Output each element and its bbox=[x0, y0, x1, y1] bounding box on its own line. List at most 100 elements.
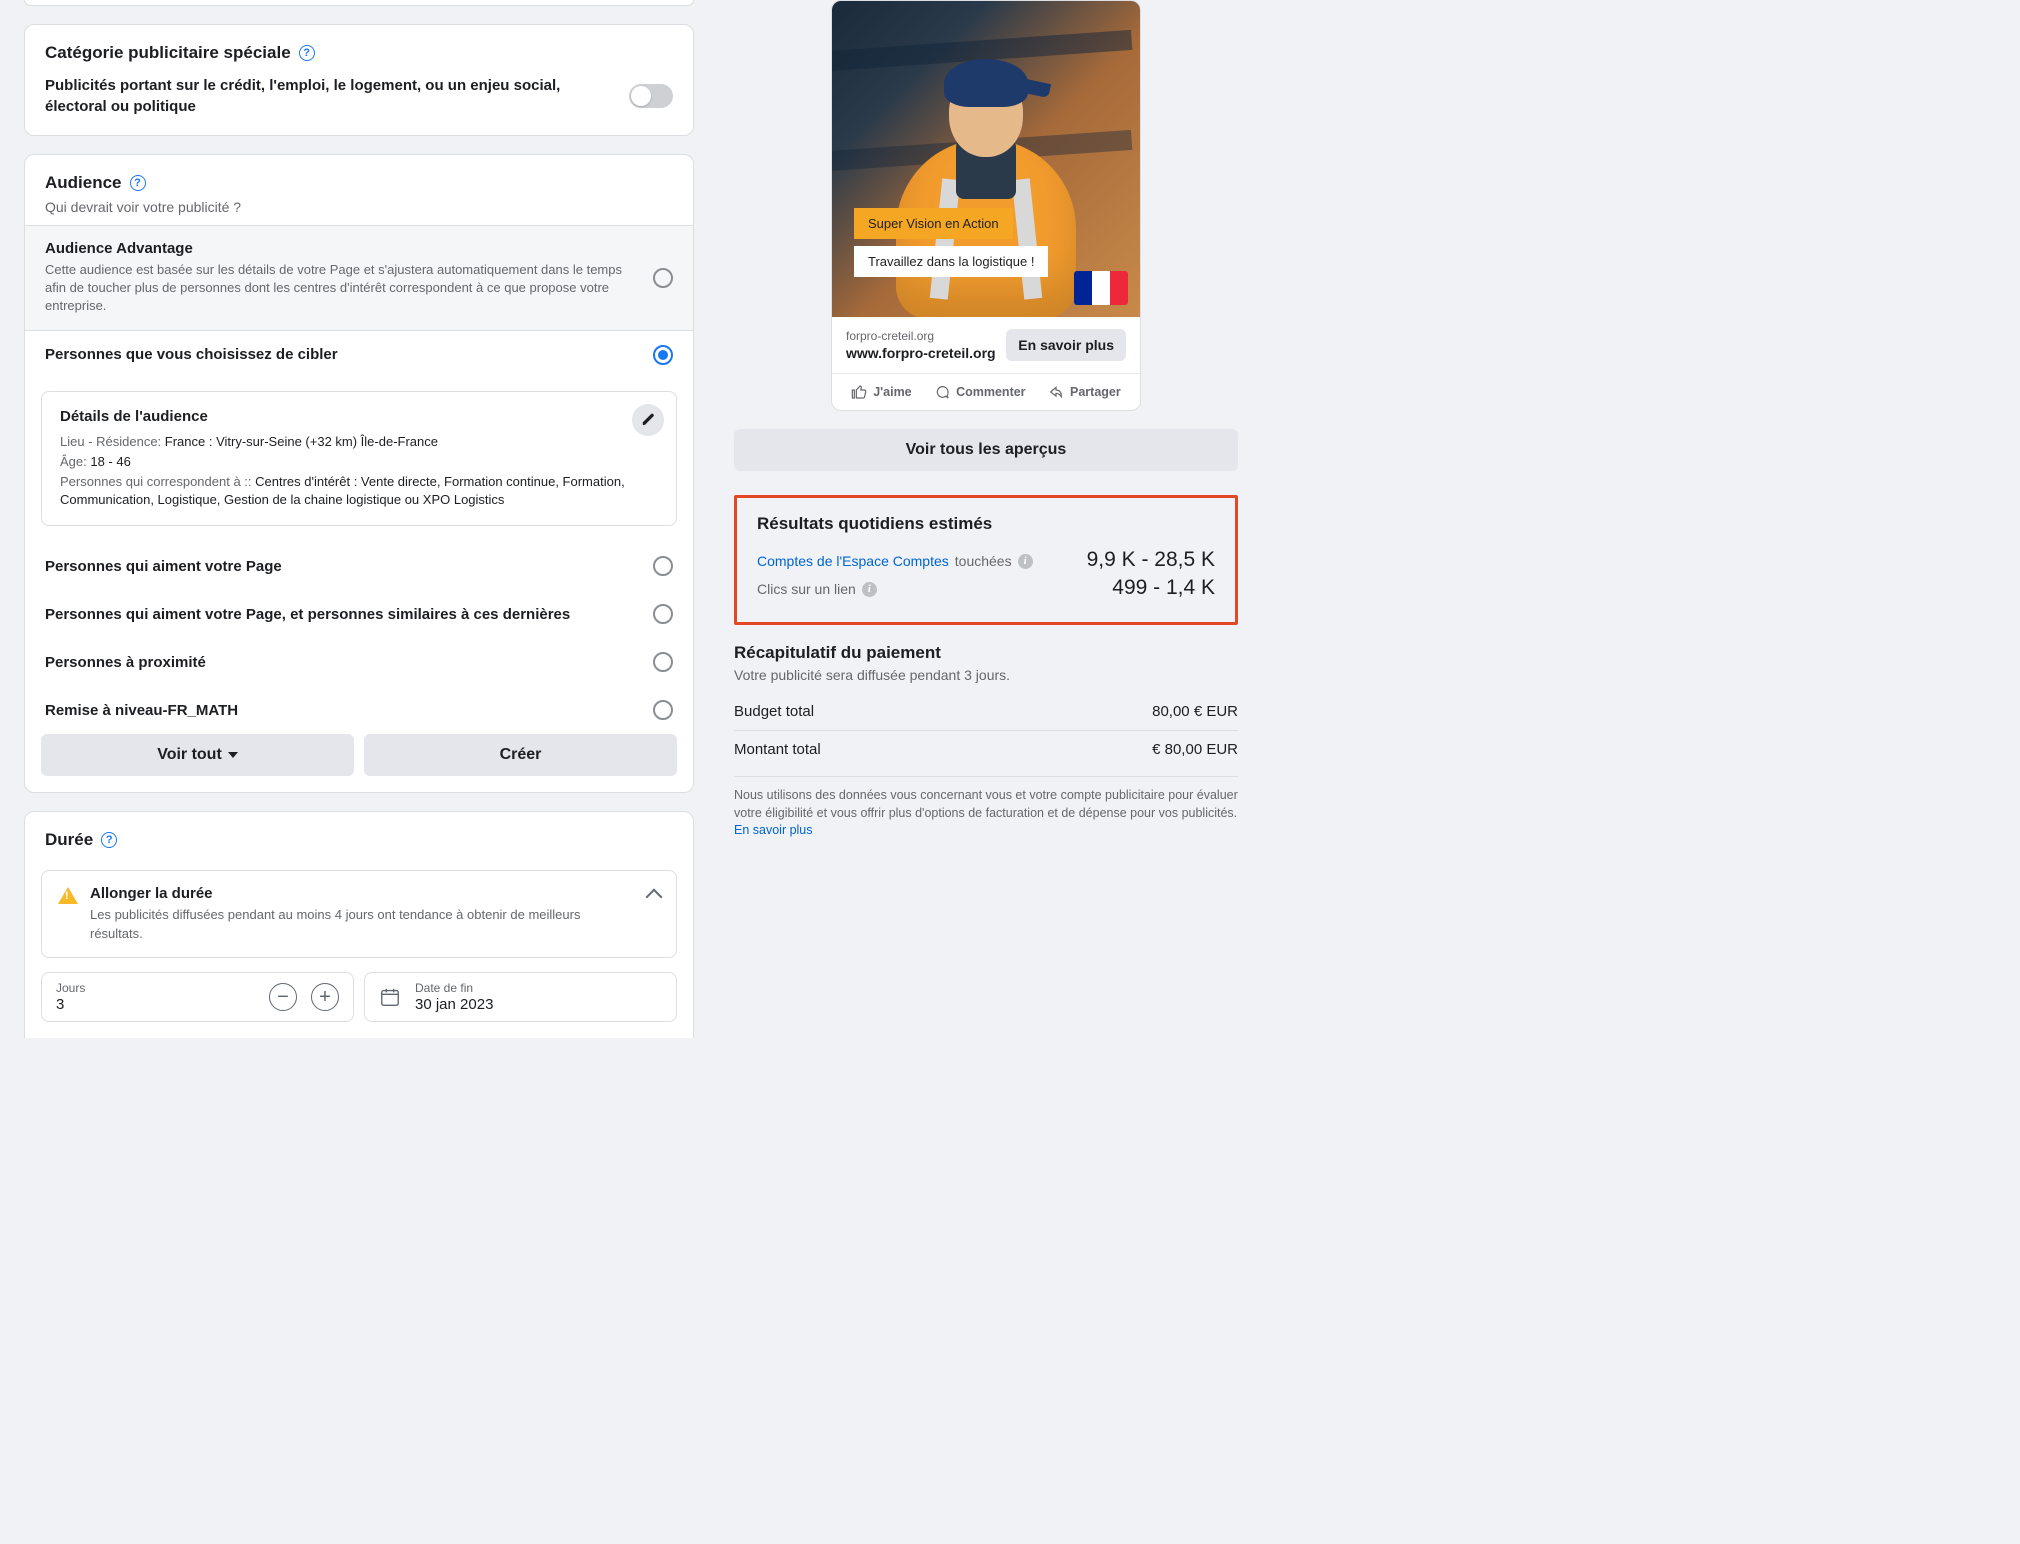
end-date-value: 30 jan 2023 bbox=[415, 996, 493, 1013]
audience-age: Âge: 18 - 46 bbox=[60, 453, 658, 471]
audience-option-nearby[interactable]: Personnes à proximité bbox=[25, 638, 693, 686]
days-plus-button[interactable]: + bbox=[311, 983, 339, 1011]
audience-option-like-similar[interactable]: Personnes qui aiment votre Page, et pers… bbox=[25, 590, 693, 638]
audience-location: Lieu - Résidence: France : Vitry-sur-Sei… bbox=[60, 433, 658, 451]
radio-nearby[interactable] bbox=[653, 652, 673, 672]
chevron-down-icon bbox=[228, 752, 238, 758]
budget-value: 80,00 € EUR bbox=[1152, 703, 1238, 720]
special-ad-category-toggle[interactable] bbox=[629, 84, 673, 108]
end-date-label: Date de fin bbox=[415, 981, 493, 995]
share-action[interactable]: Partager bbox=[1048, 384, 1121, 400]
create-label: Créer bbox=[500, 746, 542, 764]
end-date-input[interactable]: Date de fin 30 jan 2023 bbox=[364, 972, 677, 1022]
budget-row: Budget total 80,00 € EUR bbox=[734, 693, 1238, 731]
days-label: Jours bbox=[56, 981, 85, 995]
audience-loc-value: France : Vitry-sur-Seine (+32 km) Île-de… bbox=[165, 434, 438, 449]
ad-tag-2: Travaillez dans la logistique ! bbox=[854, 246, 1048, 277]
audience-age-value: 18 - 46 bbox=[90, 454, 130, 469]
duration-card: Durée Allonger la durée Les publicités d… bbox=[24, 811, 694, 1037]
audience-option-custom[interactable]: Personnes que vous choisissez de cibler bbox=[25, 331, 693, 379]
disclaimer-text: Nous utilisons des données vous concerna… bbox=[734, 788, 1238, 820]
audience-option-saved[interactable]: Remise à niveau-FR_MATH bbox=[25, 686, 693, 734]
accounts-link[interactable]: Comptes de l'Espace Comptes bbox=[757, 553, 949, 569]
payment-summary: Récapitulatif du paiement Votre publicit… bbox=[734, 643, 1238, 840]
payment-subtitle: Votre publicité sera diffusée pendant 3 … bbox=[734, 667, 1238, 683]
create-button[interactable]: Créer bbox=[364, 734, 677, 776]
info-icon[interactable] bbox=[1018, 554, 1033, 569]
audience-title: Audience bbox=[45, 173, 673, 193]
ad-domain: forpro-creteil.org bbox=[846, 329, 996, 343]
see-all-button[interactable]: Voir tout bbox=[41, 734, 354, 776]
see-all-previews-button[interactable]: Voir tous les aperçus bbox=[734, 429, 1238, 471]
special-ad-category-title: Catégorie publicitaire spéciale bbox=[45, 43, 673, 63]
help-icon[interactable] bbox=[299, 45, 315, 61]
extend-desc: Les publicités diffusées pendant au moin… bbox=[90, 906, 636, 942]
duration-label: Durée bbox=[45, 830, 93, 850]
accounts-suffix: touchées bbox=[955, 553, 1012, 569]
ad-preview-card: Super Vision en Action Travaillez dans l… bbox=[831, 0, 1141, 411]
france-flag-icon bbox=[1074, 271, 1128, 305]
audience-details-box: Détails de l'audience Lieu - Résidence: … bbox=[41, 391, 677, 527]
audience-age-label: Âge: bbox=[60, 454, 90, 469]
share-icon bbox=[1048, 384, 1064, 400]
days-minus-button[interactable]: − bbox=[269, 983, 297, 1011]
special-ad-category-desc: Publicités portant sur le crédit, l'empl… bbox=[45, 75, 613, 117]
chevron-up-icon bbox=[646, 889, 663, 906]
total-value: € 80,00 EUR bbox=[1152, 741, 1238, 758]
duration-title: Durée bbox=[45, 830, 673, 850]
learn-more-link[interactable]: En savoir plus bbox=[734, 823, 813, 837]
info-icon[interactable] bbox=[862, 582, 877, 597]
audience-like-page-label: Personnes qui aiment votre Page bbox=[45, 558, 282, 575]
days-input[interactable]: Jours 3 − + bbox=[41, 972, 354, 1022]
ad-preview-image: Super Vision en Action Travaillez dans l… bbox=[832, 1, 1140, 317]
audience-loc-label: Lieu - Résidence: bbox=[60, 434, 165, 449]
budget-label: Budget total bbox=[734, 703, 814, 720]
audience-match-label: Personnes qui correspondent à :: bbox=[60, 474, 255, 489]
see-all-label: Voir tout bbox=[157, 746, 222, 764]
ad-actions-row: J'aime Commenter Partager bbox=[832, 373, 1140, 410]
extend-title: Allonger la durée bbox=[90, 885, 636, 902]
radio-like-page[interactable] bbox=[653, 556, 673, 576]
ad-cta-row: forpro-creteil.org www.forpro-creteil.or… bbox=[832, 317, 1140, 373]
days-value: 3 bbox=[56, 996, 85, 1013]
clicks-label: Clics sur un lien bbox=[757, 581, 856, 597]
calendar-icon bbox=[379, 986, 401, 1008]
audience-advantage-label: Audience Advantage bbox=[45, 240, 637, 257]
audience-match: Personnes qui correspondent à :: Centres… bbox=[60, 473, 658, 509]
accounts-value: 9,9 K - 28,5 K bbox=[1087, 548, 1215, 572]
audience-details-title: Détails de l'audience bbox=[60, 408, 658, 425]
extend-duration-alert[interactable]: Allonger la durée Les publicités diffusé… bbox=[41, 870, 677, 957]
audience-option-like-page[interactable]: Personnes qui aiment votre Page bbox=[25, 542, 693, 590]
comment-action[interactable]: Commenter bbox=[934, 384, 1025, 400]
help-icon[interactable] bbox=[101, 832, 117, 848]
estimated-clicks-row: Clics sur un lien 499 - 1,4 K bbox=[757, 576, 1215, 600]
special-ad-category-card: Catégorie publicitaire spéciale Publicit… bbox=[24, 24, 694, 136]
radio-advantage[interactable] bbox=[653, 268, 673, 288]
audience-like-similar-label: Personnes qui aiment votre Page, et pers… bbox=[45, 606, 570, 623]
audience-saved-label: Remise à niveau-FR_MATH bbox=[45, 702, 238, 719]
radio-saved[interactable] bbox=[653, 700, 673, 720]
estimated-results-box: Résultats quotidiens estimés Comptes de … bbox=[734, 495, 1238, 625]
cropped-card-top bbox=[24, 0, 694, 6]
edit-audience-button[interactable] bbox=[632, 404, 664, 436]
like-icon bbox=[851, 384, 867, 400]
like-action[interactable]: J'aime bbox=[851, 384, 911, 400]
payment-disclaimer: Nous utilisons des données vous concerna… bbox=[734, 776, 1238, 840]
radio-custom[interactable] bbox=[653, 345, 673, 365]
ad-headline: www.forpro-creteil.org bbox=[846, 345, 996, 361]
ad-cta-button[interactable]: En savoir plus bbox=[1006, 329, 1126, 361]
clicks-value: 499 - 1,4 K bbox=[1112, 576, 1215, 600]
comment-label: Commenter bbox=[956, 385, 1025, 399]
warning-icon bbox=[58, 887, 78, 904]
total-row: Montant total € 80,00 EUR bbox=[734, 731, 1238, 768]
estimated-accounts-row: Comptes de l'Espace Comptes touchées 9,9… bbox=[757, 548, 1215, 572]
audience-custom-label: Personnes que vous choisissez de cibler bbox=[45, 346, 338, 363]
help-icon[interactable] bbox=[130, 175, 146, 191]
payment-title: Récapitulatif du paiement bbox=[734, 643, 1238, 663]
ad-tag-1: Super Vision en Action bbox=[854, 208, 1013, 239]
audience-label: Audience bbox=[45, 173, 122, 193]
pencil-icon bbox=[641, 412, 656, 427]
audience-option-advantage[interactable]: Audience Advantage Cette audience est ba… bbox=[25, 225, 693, 331]
radio-like-similar[interactable] bbox=[653, 604, 673, 624]
total-label: Montant total bbox=[734, 741, 821, 758]
